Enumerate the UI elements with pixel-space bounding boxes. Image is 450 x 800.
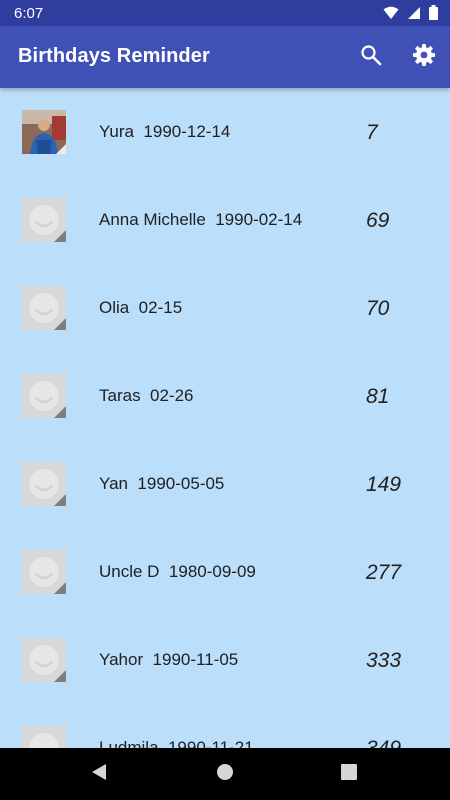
birthday-row[interactable]: Taras 02-26 81 [0, 352, 450, 440]
contact-photo [22, 110, 66, 154]
back-icon [90, 763, 108, 786]
app-title: Birthdays Reminder [18, 45, 210, 67]
navigation-bar [0, 748, 450, 800]
contact-name-date: Yura 1990-12-14 [99, 122, 231, 141]
contact-placeholder-icon [22, 726, 66, 748]
status-icons [383, 5, 438, 25]
status-bar: 6:07 [0, 0, 450, 26]
contact-name-date: Anna Michelle 1990-02-14 [99, 210, 303, 229]
app-bar: Birthdays Reminder [0, 26, 450, 88]
days-until-birthday: 349 [366, 737, 401, 748]
contact-name-date: Yan 1990-05-05 [99, 474, 225, 493]
contact-placeholder-icon [22, 462, 66, 506]
days-until-birthday: 277 [366, 561, 402, 584]
days-until-birthday: 81 [366, 385, 390, 408]
settings-gear-icon [412, 43, 436, 72]
birthday-row[interactable]: Uncle D 1980-09-09 277 [0, 528, 450, 616]
wifi-icon [383, 6, 399, 25]
status-time: 6:07 [14, 5, 44, 22]
recents-button[interactable] [339, 763, 359, 786]
contact-placeholder-icon [22, 374, 66, 418]
signal-icon [407, 6, 421, 25]
recents-icon [340, 763, 358, 786]
days-until-birthday: 70 [366, 297, 390, 320]
contact-placeholder-icon [22, 286, 66, 330]
birthday-row[interactable]: Anna Michelle 1990-02-14 69 [0, 176, 450, 264]
contact-placeholder-icon [22, 198, 66, 242]
birthday-row[interactable]: Olia 02-15 70 [0, 264, 450, 352]
contact-name-date: Olia 02-15 [99, 298, 183, 317]
search-button[interactable] [357, 43, 385, 71]
search-icon [360, 44, 382, 71]
birthday-row[interactable]: Yan 1990-05-05 149 [0, 440, 450, 528]
home-button[interactable] [215, 763, 235, 786]
battery-icon [429, 5, 438, 25]
contact-name-date: Ludmila 1990-11-21 [99, 738, 254, 748]
settings-button[interactable] [410, 43, 438, 71]
days-until-birthday: 69 [366, 209, 390, 232]
contact-placeholder-icon [22, 638, 66, 682]
contact-placeholder-icon [22, 550, 66, 594]
contact-name-date: Taras 02-26 [99, 386, 194, 405]
contact-name-date: Uncle D 1980-09-09 [99, 562, 256, 581]
days-until-birthday: 7 [366, 121, 378, 144]
back-button[interactable] [89, 763, 109, 786]
birthday-row[interactable]: Yahor 1990-11-05 333 [0, 616, 450, 704]
birthday-list[interactable]: Yura 1990-12-14 7 Anna Michelle 1990-02-… [0, 88, 450, 748]
contact-name-date: Yahor 1990-11-05 [99, 650, 239, 669]
days-until-birthday: 333 [366, 649, 402, 672]
days-until-birthday: 149 [366, 473, 402, 496]
home-icon [216, 763, 234, 786]
birthday-row[interactable]: Yura 1990-12-14 7 [0, 88, 450, 176]
birthday-row[interactable]: Ludmila 1990-11-21 349 [0, 704, 450, 748]
